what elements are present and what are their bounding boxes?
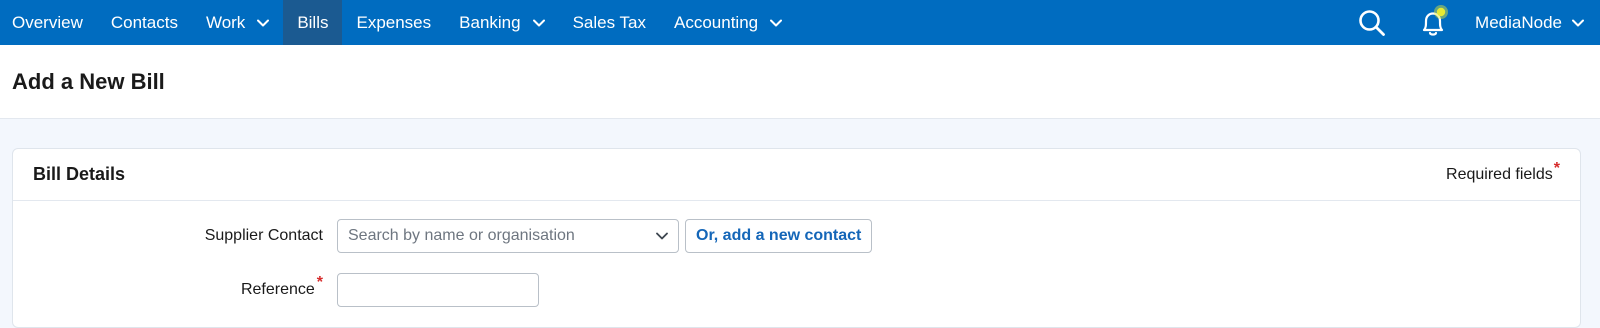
nav-item-label: Work bbox=[205, 12, 246, 32]
page-title: Add a New Bill bbox=[12, 68, 165, 94]
card-header: Bill Details Required fields* bbox=[13, 149, 1580, 201]
nav-item-label: Bills bbox=[297, 12, 329, 32]
chevron-down-icon bbox=[656, 227, 668, 245]
chevron-down-icon bbox=[532, 19, 545, 27]
card-title: Bill Details bbox=[33, 164, 126, 184]
top-navigation-bar: Overview Contacts Work Bills Expenses Ba… bbox=[0, 0, 1600, 45]
required-fields-note: Required fields* bbox=[1446, 160, 1560, 184]
nav-item-label: Banking bbox=[459, 12, 521, 32]
nav-item-label: Expenses bbox=[356, 12, 432, 32]
required-fields-text: Required fields bbox=[1446, 165, 1553, 183]
add-new-contact-button[interactable]: Or, add a new contact bbox=[685, 219, 873, 253]
required-asterisk: * bbox=[316, 274, 323, 291]
main-nav: Overview Contacts Work Bills Expenses Ba… bbox=[0, 0, 796, 45]
page-header: Add a New Bill bbox=[0, 45, 1600, 119]
reference-input[interactable] bbox=[337, 273, 539, 307]
nav-item-bills[interactable]: Bills bbox=[283, 0, 343, 45]
chevron-down-icon bbox=[257, 19, 270, 27]
nav-item-label: Accounting bbox=[674, 12, 759, 32]
chevron-down-icon bbox=[770, 19, 783, 27]
nav-right-actions: MediaNode bbox=[1357, 0, 1600, 45]
nav-item-label: Contacts bbox=[110, 12, 178, 32]
chevron-down-icon bbox=[1572, 19, 1584, 27]
nav-item-work[interactable]: Work bbox=[192, 0, 283, 45]
required-asterisk: * bbox=[1553, 159, 1560, 177]
nav-item-label: Overview bbox=[12, 12, 83, 32]
nav-item-accounting[interactable]: Accounting bbox=[660, 0, 796, 45]
reference-label-wrap: Reference * bbox=[13, 274, 323, 299]
reference-row: Reference * bbox=[13, 273, 539, 307]
supplier-contact-select[interactable]: Search by name or organisation bbox=[337, 219, 679, 253]
search-icon[interactable] bbox=[1357, 8, 1387, 38]
account-menu[interactable]: MediaNode bbox=[1475, 13, 1584, 33]
nav-item-sales-tax[interactable]: Sales Tax bbox=[559, 0, 660, 45]
supplier-contact-placeholder: Search by name or organisation bbox=[348, 227, 575, 244]
bill-details-card: Bill Details Required fields* Supplier C… bbox=[12, 148, 1581, 328]
notifications-bell-icon[interactable] bbox=[1413, 3, 1453, 43]
nav-item-contacts[interactable]: Contacts bbox=[97, 0, 192, 45]
account-name: MediaNode bbox=[1475, 12, 1562, 32]
supplier-contact-row: Supplier Contact Search by name or organ… bbox=[13, 219, 873, 253]
reference-label: Reference bbox=[240, 281, 315, 298]
nav-item-overview[interactable]: Overview bbox=[0, 0, 97, 45]
nav-item-banking[interactable]: Banking bbox=[445, 0, 558, 45]
supplier-contact-label: Supplier Contact bbox=[204, 227, 323, 244]
nav-item-expenses[interactable]: Expenses bbox=[342, 0, 445, 45]
nav-item-label: Sales Tax bbox=[572, 12, 646, 32]
